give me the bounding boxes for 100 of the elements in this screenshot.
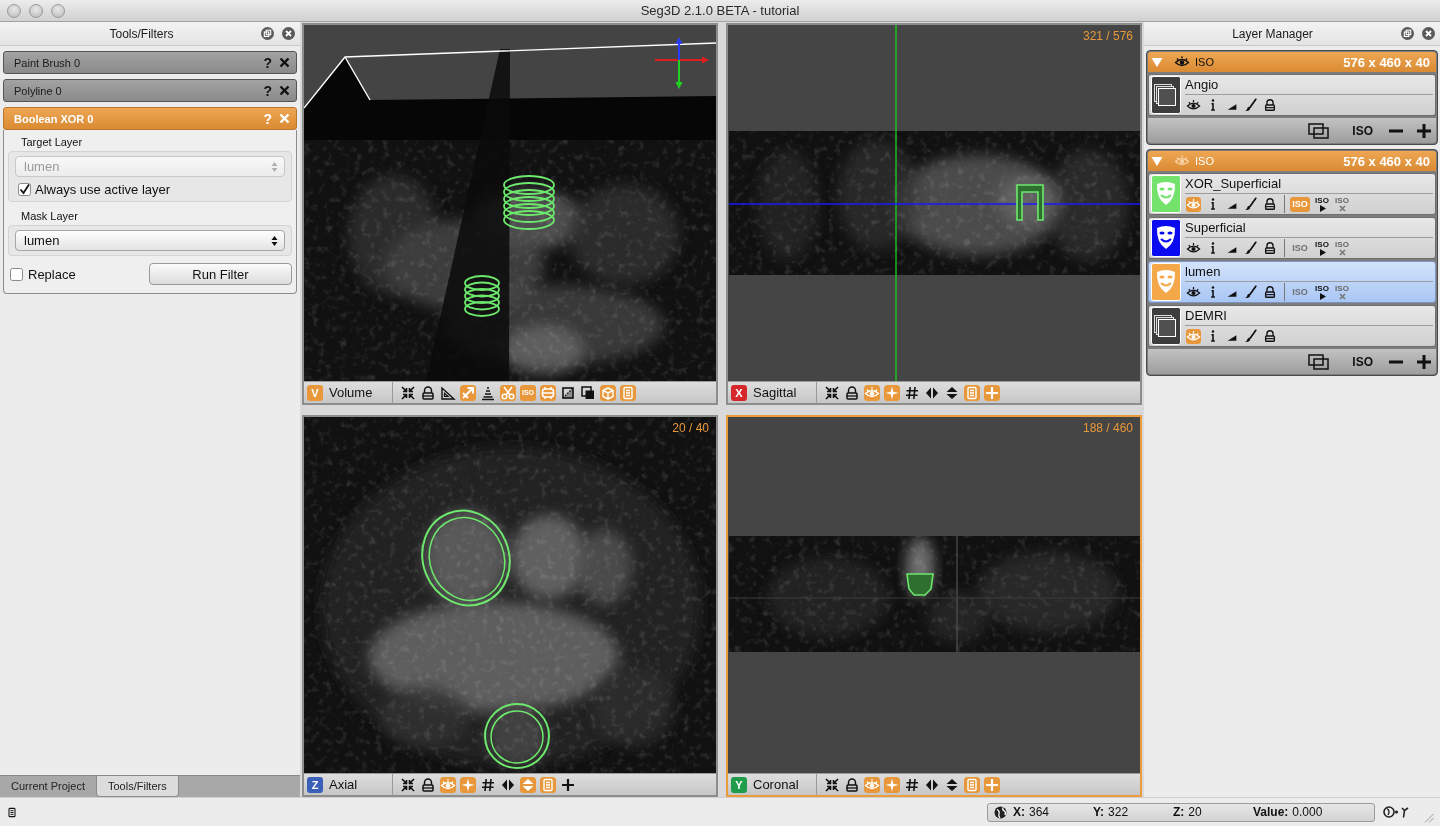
overlapping-squares-icon[interactable]: [580, 384, 596, 401]
globe-icon[interactable]: [994, 805, 1007, 819]
view-badge: V: [307, 384, 323, 401]
view-badge: X: [731, 384, 747, 401]
iso-button[interactable]: ISO: [1290, 240, 1310, 256]
lock-icon[interactable]: [1263, 197, 1277, 211]
panel-tab[interactable]: Current Project: [0, 776, 96, 797]
iso-run-button[interactable]: ISO: [1314, 195, 1330, 213]
resize-grip-icon[interactable]: [1423, 812, 1434, 823]
brush-icon[interactable]: [1244, 197, 1258, 211]
iso-run-button[interactable]: ISO: [1314, 239, 1330, 257]
plus-icon[interactable]: [1417, 123, 1431, 138]
crossed-square-icon[interactable]: [560, 384, 576, 401]
volume-size: 576 x 460 x 40: [1343, 54, 1430, 70]
collapse-arrows-icon[interactable]: [400, 384, 416, 401]
collapse-arrows-icon[interactable]: [400, 776, 416, 793]
brush-icon[interactable]: [1244, 285, 1258, 299]
segmentation-outline: [503, 175, 555, 230]
x-icon: [1338, 204, 1346, 212]
grid-icon[interactable]: [480, 776, 496, 793]
checkbox[interactable]: [18, 183, 31, 196]
brush-icon[interactable]: [1244, 241, 1258, 255]
help-button[interactable]: ?: [263, 82, 272, 99]
view-badge: Z: [307, 776, 323, 793]
x-icon: [1338, 292, 1346, 300]
stacked-lines-icon[interactable]: [480, 384, 496, 401]
up-down-arrows-icon: [271, 234, 278, 247]
play-icon: [1318, 248, 1326, 256]
segmentation-outline: [1016, 184, 1044, 221]
collapse-arrows-icon[interactable]: [824, 384, 840, 401]
slice-counter: 188 / 460: [1082, 421, 1133, 435]
lock-icon[interactable]: [420, 776, 436, 793]
tool-title: Polyline 0: [14, 84, 63, 97]
close-icon[interactable]: [282, 27, 295, 40]
overlapping-rectangles-icon[interactable]: [1308, 353, 1331, 370]
up-down-arrows-icon: [271, 160, 278, 173]
iso-label: ISO: [1195, 155, 1214, 167]
layer-row[interactable]: Angio: [1148, 74, 1436, 116]
help-button[interactable]: ?: [263, 54, 272, 71]
lock-icon[interactable]: [844, 384, 860, 401]
vertical-arrows-icon[interactable]: [944, 384, 960, 401]
lock-icon[interactable]: [844, 776, 860, 793]
layer-name: DEMRI: [1185, 306, 1433, 326]
coordinate-value: 0.000: [1292, 805, 1323, 819]
brush-icon[interactable]: [1244, 329, 1258, 343]
field-label: Target Layer: [20, 136, 84, 149]
lock-icon[interactable]: [1263, 98, 1277, 112]
vertical-arrows-icon[interactable]: [944, 776, 960, 793]
field-label: Mask Layer: [20, 210, 79, 223]
view-label: Coronal: [753, 777, 800, 792]
axes-icon: [654, 37, 709, 89]
panel-title: Layer Manager: [1231, 26, 1314, 41]
layer-name: Angio: [1185, 75, 1433, 95]
plus-icon[interactable]: [560, 776, 576, 793]
view-label: Volume: [329, 385, 374, 400]
view-badge: Y: [731, 776, 747, 793]
checkbox[interactable]: [10, 267, 23, 281]
iso-button[interactable]: ISO: [1352, 123, 1373, 138]
coordinate-value: 364: [1029, 805, 1050, 819]
overlapping-rectangles-icon[interactable]: [1308, 122, 1331, 139]
lock-icon[interactable]: [1263, 329, 1277, 343]
panel-title: Tools/Filters: [108, 26, 175, 41]
volume-size: 576 x 460 x 40: [1343, 153, 1430, 169]
collapse-arrows-icon[interactable]: [824, 776, 840, 793]
stacked-squares-icon: [1151, 307, 1181, 345]
iso-button[interactable]: ISO: [1352, 354, 1373, 369]
play-icon: [1318, 204, 1326, 212]
lock-icon[interactable]: [420, 384, 436, 401]
layer-row[interactable]: DEMRI: [1148, 305, 1436, 347]
document-icon[interactable]: [6, 805, 18, 819]
close-icon[interactable]: [279, 57, 290, 68]
slice-counter: 20 / 40: [672, 421, 709, 435]
iso-run-button[interactable]: ISO: [1314, 283, 1330, 301]
slice-counter: 321 / 576: [1082, 29, 1133, 43]
brush-icon[interactable]: [1244, 98, 1258, 112]
segmentation-outline: [464, 275, 500, 317]
window-title: Seg3D 2.1.0 BETA - tutorial: [640, 3, 800, 18]
expand-triangle-icon[interactable]: [1151, 56, 1163, 68]
checkbox-label: Replace: [28, 266, 76, 282]
squares-circle-icon[interactable]: [261, 27, 274, 40]
coordinate-label: Y:: [1093, 805, 1105, 819]
close-icon[interactable]: [1422, 27, 1435, 40]
segmentation-outline: [484, 703, 550, 769]
squares-circle-icon[interactable]: [1401, 27, 1414, 40]
run-filter-button[interactable]: Run Filter: [149, 263, 292, 285]
view-label: Axial: [329, 777, 359, 792]
lock-icon[interactable]: [1263, 285, 1277, 299]
panel-tab[interactable]: Tools/Filters: [96, 776, 179, 797]
grid-icon[interactable]: [904, 384, 920, 401]
view-label: Sagittal: [753, 385, 798, 400]
layer-dropdown[interactable]: lumen: [15, 230, 285, 251]
tool-title: Boolean XOR 0: [14, 112, 95, 125]
lock-icon[interactable]: [1263, 241, 1277, 255]
globe-arrow-icon[interactable]: [1383, 805, 1411, 819]
play-icon: [1318, 292, 1326, 300]
triangle-ruler-icon[interactable]: [440, 384, 456, 401]
close-icon[interactable]: [279, 85, 290, 96]
grid-icon[interactable]: [904, 776, 920, 793]
plus-icon[interactable]: [1417, 354, 1431, 369]
expand-triangle-icon[interactable]: [1151, 155, 1163, 167]
